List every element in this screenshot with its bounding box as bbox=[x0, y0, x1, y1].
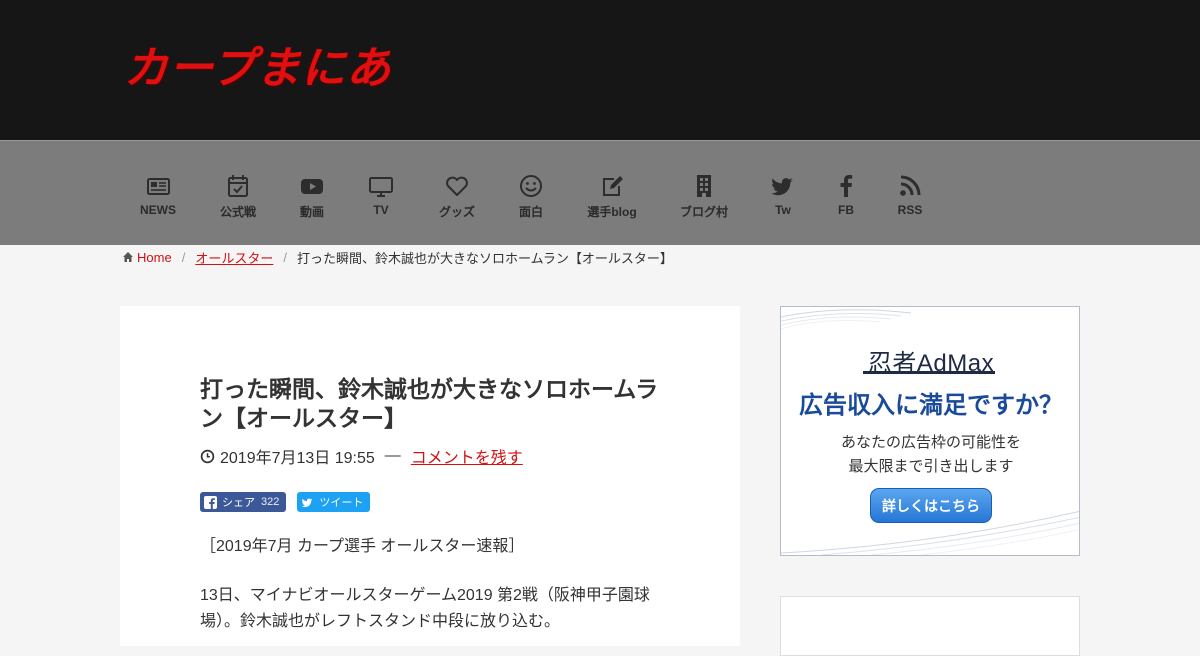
post-date: 2019年7月13日 19:55 bbox=[220, 450, 375, 467]
nav-item-twitter[interactable]: Tw bbox=[770, 173, 796, 221]
twitter-icon bbox=[771, 178, 793, 196]
site-logo[interactable]: カープまにあ bbox=[124, 32, 391, 96]
nav-label: 公式戦 bbox=[219, 205, 256, 219]
nav-item-videos[interactable]: 動画 bbox=[298, 173, 326, 221]
facebook-share-button[interactable]: シェア 322 bbox=[200, 492, 287, 512]
article-paragraph: ［2019年7月 カープ選手 オールスター速報］ bbox=[200, 538, 525, 555]
site-header: カープまにあ bbox=[0, 0, 1200, 140]
calendar-check-icon bbox=[228, 175, 248, 197]
edit-icon bbox=[603, 176, 623, 196]
ad-logo-underline bbox=[863, 371, 995, 374]
nav-label: ブログ村 bbox=[679, 205, 728, 219]
meta-separator: — bbox=[384, 447, 401, 464]
nav-label: Tw bbox=[775, 203, 791, 217]
nav-item-games[interactable]: 公式戦 bbox=[218, 173, 258, 221]
sidebar-widget bbox=[780, 596, 1080, 656]
ad-subtext-line: あなたの広告枠の可能性を bbox=[840, 434, 1021, 451]
smile-icon bbox=[520, 175, 542, 197]
nav-label: FB bbox=[838, 203, 854, 217]
ad-subtext: あなたの広告枠の可能性を 最大限まで引き出します bbox=[781, 431, 1079, 479]
clock-icon bbox=[200, 449, 215, 463]
building-icon bbox=[697, 175, 711, 197]
facebook-share-count: 322 bbox=[261, 496, 280, 508]
nav-label: 面白 bbox=[518, 205, 543, 219]
twitter-share-button[interactable]: ツイート bbox=[297, 492, 371, 512]
nav-item-tv[interactable]: TV bbox=[366, 173, 396, 221]
article-title: 打った瞬間、鈴木誠也が大きなソロホームラン【オールスター】 bbox=[200, 377, 659, 432]
nav-item-blog-village[interactable]: ブログ村 bbox=[678, 173, 730, 221]
breadcrumb-category-link[interactable]: オールスター bbox=[195, 248, 273, 267]
tv-icon bbox=[369, 177, 393, 197]
breadcrumb-home-link[interactable]: Home bbox=[137, 250, 172, 265]
newspaper-icon bbox=[147, 178, 170, 195]
global-nav: NEWS 公式戦 動画 TV グッズ 面白 選手blog ブログ村 Tw FB … bbox=[0, 140, 1200, 245]
article-paragraph: 13日、マイナビオールスターゲーム2019 第2戦（阪神甲子園球場）。鈴木誠也が… bbox=[200, 587, 650, 630]
ad-subtext-line: 最大限まで引き出します bbox=[848, 458, 1014, 475]
facebook-icon bbox=[204, 495, 217, 509]
nav-item-news[interactable]: NEWS bbox=[140, 173, 176, 221]
ad-decoration bbox=[781, 309, 912, 330]
nav-item-player-blog[interactable]: 選手blog bbox=[585, 173, 639, 221]
rss-icon bbox=[900, 175, 921, 196]
ad-headline: 広告収入に満足ですか？ bbox=[799, 391, 1063, 419]
heart-icon bbox=[446, 176, 468, 196]
ad-decoration bbox=[781, 510, 1079, 555]
breadcrumb: Home / オールスター / 打った瞬間、鈴木誠也が大きなソロホームラン【オー… bbox=[122, 248, 673, 266]
facebook-share-label: シェア bbox=[222, 497, 255, 509]
breadcrumb-current: 打った瞬間、鈴木誠也が大きなソロホームラン【オールスター】 bbox=[296, 250, 673, 266]
nav-label: 動画 bbox=[299, 205, 324, 219]
nav-label: NEWS bbox=[140, 203, 176, 217]
youtube-icon bbox=[301, 179, 323, 194]
nav-label: TV bbox=[373, 203, 389, 217]
breadcrumb-separator: / bbox=[181, 249, 186, 265]
breadcrumb-separator: / bbox=[283, 249, 287, 265]
nav-item-facebook[interactable]: FB bbox=[834, 173, 858, 221]
sidebar-ad-banner[interactable]: 忍者AdMax 広告収入に満足ですか？ あなたの広告枠の可能性を 最大限まで引き… bbox=[780, 306, 1080, 556]
nav-label: RSS bbox=[897, 203, 923, 217]
nav-label: グッズ bbox=[438, 205, 475, 219]
comment-link[interactable]: コメントを残す bbox=[411, 444, 523, 468]
article-card: 打った瞬間、鈴木誠也が大きなソロホームラン【オールスター】 2019年7月13日… bbox=[120, 306, 740, 646]
share-buttons: シェア 322 ツイート bbox=[200, 492, 381, 512]
nav-label: 選手blog bbox=[587, 205, 637, 219]
home-icon bbox=[123, 252, 133, 262]
post-meta: 2019年7月13日 19:55 — コメントを残す bbox=[200, 444, 523, 468]
twitter-share-label: ツイート bbox=[319, 497, 364, 509]
nav-item-rss[interactable]: RSS bbox=[896, 173, 924, 221]
nav-item-goods[interactable]: グッズ bbox=[437, 173, 477, 221]
facebook-icon bbox=[840, 175, 853, 197]
nav-item-funny[interactable]: 面白 bbox=[516, 173, 546, 221]
twitter-icon bbox=[302, 498, 313, 507]
